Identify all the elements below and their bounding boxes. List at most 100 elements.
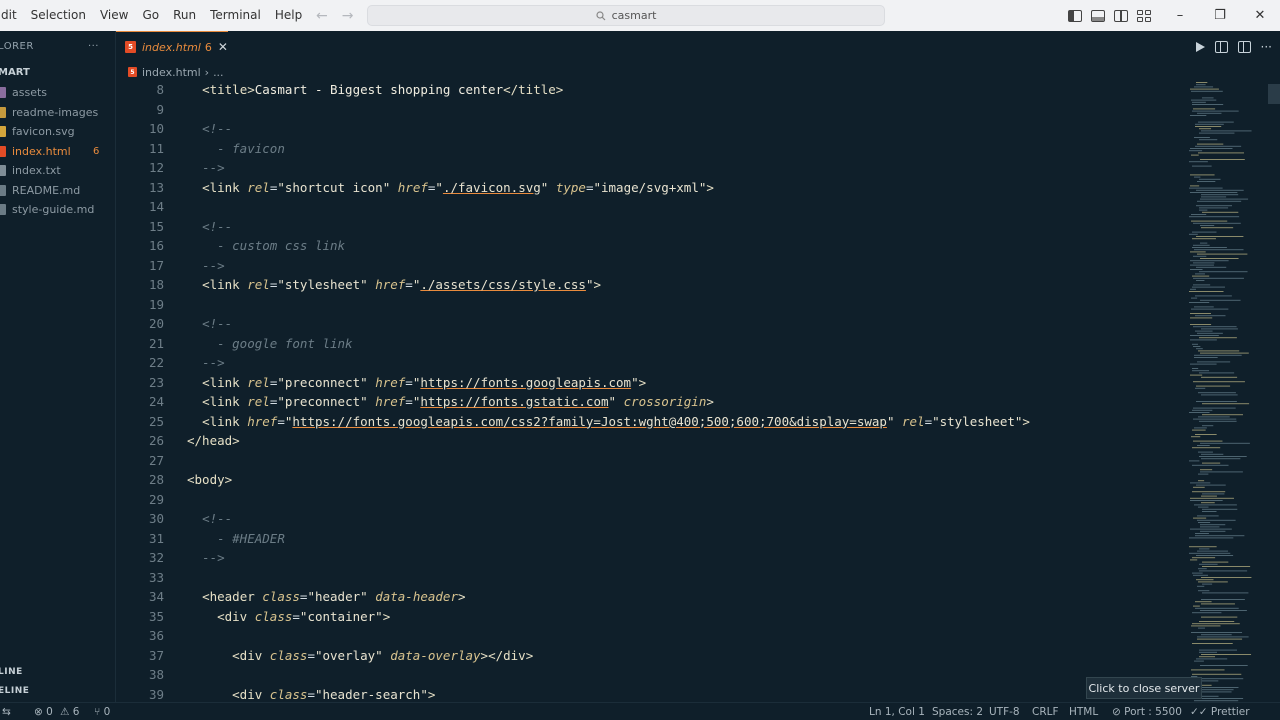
minimap-line [1199, 139, 1218, 141]
language-mode[interactable]: HTML [1069, 703, 1098, 720]
code-line[interactable]: 16 - custom css link [116, 236, 1186, 256]
toggle-secondary-sidebar-icon[interactable] [1114, 9, 1128, 22]
code-line[interactable]: 34 <header class="header" data-header> [116, 587, 1186, 607]
breadcrumb-html-icon: 5 [128, 67, 137, 77]
menu-help[interactable]: Help [268, 0, 309, 31]
file-item[interactable]: index.txt [0, 161, 115, 181]
breadcrumb-file[interactable]: index.html [142, 66, 201, 79]
code-line[interactable]: 33 [116, 568, 1186, 588]
menu-view[interactable]: View [93, 0, 135, 31]
code-line[interactable]: 26 </head> [116, 431, 1186, 451]
code-line[interactable]: 22 --> [116, 353, 1186, 373]
minimap-line [1197, 112, 1222, 114]
code-line[interactable]: 13 <link rel="shortcut icon" href="./fav… [116, 178, 1186, 198]
minimap-line [1192, 409, 1213, 411]
file-item[interactable]: README.md [0, 181, 115, 201]
live-server-port[interactable]: ⊘ Port : 5500 [1112, 703, 1182, 720]
file-item[interactable]: style-guide.md [0, 200, 115, 220]
split-editor-icon[interactable] [1237, 40, 1251, 53]
minimap-line [1192, 673, 1242, 675]
close-window-button[interactable]: ✕ [1240, 0, 1280, 31]
more-actions-icon[interactable]: ··· [88, 41, 99, 52]
open-preview-icon[interactable] [1214, 40, 1228, 53]
minimap-line [1190, 115, 1207, 116]
minimap-line [1198, 581, 1228, 583]
code-line[interactable]: 32 --> [116, 548, 1186, 568]
minimap-line [1191, 669, 1225, 671]
menu-edit[interactable]: dit [0, 0, 24, 31]
code-line[interactable]: 19 [116, 295, 1186, 315]
code-line[interactable]: 36 [116, 626, 1186, 646]
file-item[interactable]: favicon.svg [0, 122, 115, 142]
code-line[interactable]: 39 <div class="header-search"> [116, 685, 1186, 703]
minimap-line [1200, 198, 1249, 200]
toggle-primary-sidebar-icon[interactable] [1068, 9, 1082, 22]
code-editor[interactable]: 8 <title>Casmart - Biggest shopping cent… [116, 80, 1186, 702]
toggle-panel-icon[interactable] [1091, 9, 1105, 22]
workspace-folder[interactable]: MART [0, 63, 115, 83]
cursor-position[interactable]: Ln 1, Col 1 [869, 703, 925, 720]
more-editor-actions-icon[interactable]: ··· [1261, 40, 1272, 54]
timeline-section[interactable]: ELINE [0, 686, 29, 696]
encoding[interactable]: UTF-8 [989, 703, 1020, 720]
breadcrumb-symbol[interactable]: ... [213, 66, 224, 79]
minimap-line [1192, 165, 1212, 167]
warnings-count[interactable]: ⚠ 6 [60, 703, 79, 720]
scrollbar-thumb[interactable] [1268, 84, 1280, 104]
tab-bar: 5 index.html 6 ✕ ··· [116, 31, 1280, 62]
code-line[interactable]: 35 <div class="container"> [116, 607, 1186, 627]
customize-layout-icon[interactable] [1137, 9, 1151, 22]
line-code: --> [202, 550, 225, 565]
minimap-line [1190, 174, 1215, 176]
tab-index-html[interactable]: 5 index.html 6 ✕ [116, 31, 228, 62]
code-line[interactable]: 10 <!-- [116, 119, 1186, 139]
file-item[interactable]: assets [0, 83, 115, 103]
file-item[interactable]: readme-images [0, 103, 115, 123]
ports-count[interactable]: ⑂ 0 [94, 703, 110, 720]
code-line[interactable]: 18 <link rel="stylesheet" href="./assets… [116, 275, 1186, 295]
errors-count[interactable]: ⊗ 0 [34, 703, 53, 720]
code-line[interactable]: 31 - #HEADER [116, 529, 1186, 549]
code-line[interactable]: 12 --> [116, 158, 1186, 178]
code-line[interactable]: 25 <link href="https://fonts.googleapis.… [116, 412, 1186, 432]
code-line[interactable]: 29 [116, 490, 1186, 510]
back-arrow-icon[interactable]: ← [316, 8, 328, 24]
file-item[interactable]: index.html 6 [0, 142, 115, 162]
indentation[interactable]: Spaces: 2 [932, 703, 983, 720]
close-tab-icon[interactable]: ✕ [218, 40, 228, 54]
command-center[interactable]: casmart [367, 5, 885, 26]
code-line[interactable]: 28 <body> [116, 470, 1186, 490]
code-line[interactable]: 14 [116, 197, 1186, 217]
menu-run[interactable]: Run [166, 0, 203, 31]
code-line[interactable]: 37 <div class="overlay" data-overlay></d… [116, 646, 1186, 666]
code-line[interactable]: 27 [116, 451, 1186, 471]
code-line[interactable]: 8 <title>Casmart - Biggest shopping cent… [116, 80, 1186, 100]
outline-section[interactable]: LINE [0, 667, 23, 677]
line-number: 25 [148, 413, 164, 429]
code-line[interactable]: 30 <!-- [116, 509, 1186, 529]
minimap[interactable] [1186, 62, 1280, 702]
remote-indicator-icon[interactable]: ⇆ [2, 703, 11, 720]
run-icon[interactable] [1195, 41, 1205, 52]
code-line[interactable]: 38 [116, 665, 1186, 685]
code-line[interactable]: 15 <!-- [116, 217, 1186, 237]
menu-terminal[interactable]: Terminal [203, 0, 268, 31]
code-line[interactable]: 24 <link rel="preconnect" href="https://… [116, 392, 1186, 412]
line-number: 18 [148, 277, 164, 292]
prettier-status[interactable]: ✓✓ Prettier [1190, 703, 1250, 720]
minimap-line [1194, 306, 1214, 308]
code-line[interactable]: 21 - google font link [116, 334, 1186, 354]
forward-arrow-icon[interactable]: → [342, 8, 354, 24]
code-line[interactable]: 23 <link rel="preconnect" href="https://… [116, 373, 1186, 393]
code-line[interactable]: 20 <!-- [116, 314, 1186, 334]
minimap-line [1192, 343, 1199, 345]
restore-button[interactable]: ❐ [1200, 0, 1240, 31]
minimize-button[interactable]: – [1160, 0, 1200, 31]
code-line[interactable]: 9 [116, 100, 1186, 120]
minimap-line [1195, 607, 1239, 609]
code-line[interactable]: 17 --> [116, 256, 1186, 276]
menu-go[interactable]: Go [135, 0, 166, 31]
code-line[interactable]: 11 - favicon [116, 139, 1186, 159]
menu-selection[interactable]: Selection [24, 0, 93, 31]
line-endings[interactable]: CRLF [1032, 703, 1059, 720]
